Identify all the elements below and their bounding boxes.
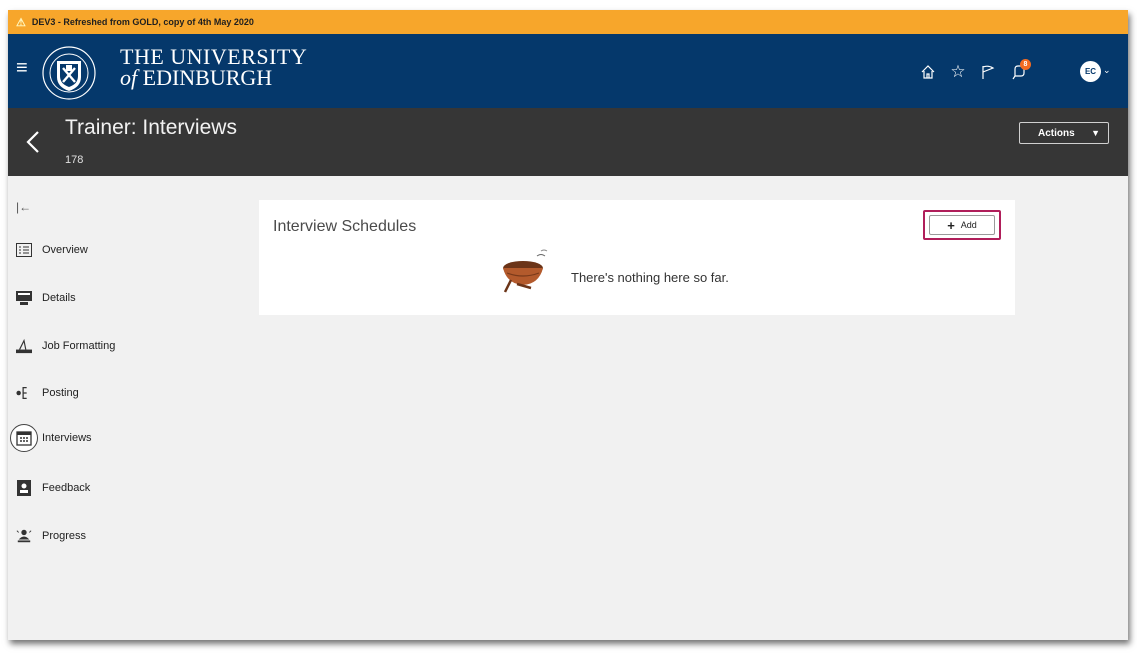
add-button[interactable]: + Add (929, 215, 995, 235)
sidebar-item-label: Interviews (42, 432, 92, 444)
sidebar-item-overview[interactable]: Overview (16, 240, 88, 260)
sidebar-item-label: Details (42, 292, 76, 304)
warning-icon: ⚠ (16, 16, 26, 29)
page-title: Trainer: Interviews (65, 116, 237, 139)
sidebar-item-job-formatting[interactable]: Job Formatting (16, 336, 115, 356)
actions-button[interactable]: Actions ▼ (1019, 122, 1109, 144)
sidebar-item-details[interactable]: Details (16, 288, 76, 308)
university-wordmark: THE UNIVERSITY of EDINBURGH (120, 44, 308, 90)
add-button-label: Add (960, 220, 977, 230)
sidebar-item-interviews[interactable]: Interviews (10, 424, 92, 452)
plus-icon: + (947, 217, 955, 233)
page-title-bar: Trainer: Interviews 178 Actions ▼ (8, 108, 1128, 176)
user-avatar[interactable]: EC (1080, 61, 1101, 82)
home-icon[interactable] (918, 62, 938, 82)
sidebar-item-posting[interactable]: Posting (16, 383, 79, 403)
job-formatting-icon (16, 338, 32, 354)
panel-title: Interview Schedules (273, 218, 417, 235)
sidebar-item-label: Progress (42, 530, 87, 542)
empty-nest-icon (503, 249, 548, 293)
environment-banner: ⚠ DEV3 - Refreshed from GOLD, copy of 4t… (8, 10, 1128, 34)
university-crest-logo[interactable] (42, 46, 96, 100)
sidebar-item-progress[interactable]: Progress (16, 526, 86, 546)
notification-count-badge: 8 (1020, 59, 1031, 70)
posting-icon (16, 385, 32, 401)
brand-line-1: THE UNIVERSITY (120, 44, 308, 69)
sidebar-item-label: Posting (42, 387, 79, 399)
brand-edinburgh: EDINBURGH (142, 65, 273, 90)
dropdown-caret-icon: ▼ (1091, 128, 1100, 138)
flag-icon[interactable] (978, 62, 998, 82)
feedback-icon (16, 480, 32, 496)
sidebar-item-label: Job Formatting (42, 340, 116, 352)
favorite-star-icon[interactable]: ☆ (948, 62, 968, 82)
collapse-sidebar-icon[interactable]: |← (16, 200, 31, 214)
page-subtitle: 178 (65, 154, 84, 166)
empty-state-message: There's nothing here so far. (571, 270, 729, 285)
menu-icon[interactable]: ≡ (16, 58, 28, 78)
global-header: ≡ THE UNIVERSITY of EDINBURGH ☆ 8 EC ⌄ (8, 34, 1128, 108)
brand-of: of (120, 65, 138, 90)
interview-schedules-panel: Interview Schedules + Add There's nothin… (259, 200, 1015, 315)
sidebar-item-label: Overview (42, 244, 88, 256)
chevron-down-icon[interactable]: ⌄ (1103, 65, 1111, 76)
back-arrow-icon[interactable] (22, 124, 46, 160)
banner-text: DEV3 - Refreshed from GOLD, copy of 4th … (31, 17, 254, 27)
overview-list-icon (16, 242, 32, 258)
actions-label: Actions (1038, 127, 1075, 139)
progress-icon (16, 528, 32, 544)
sidebar-item-label: Feedback (42, 482, 91, 494)
details-icon (16, 290, 32, 306)
sidebar-item-feedback[interactable]: Feedback (16, 478, 90, 498)
brand-line-2: of EDINBURGH (120, 65, 307, 90)
app-window: ⚠ DEV3 - Refreshed from GOLD, copy of 4t… (8, 10, 1128, 640)
calendar-icon (10, 424, 38, 452)
